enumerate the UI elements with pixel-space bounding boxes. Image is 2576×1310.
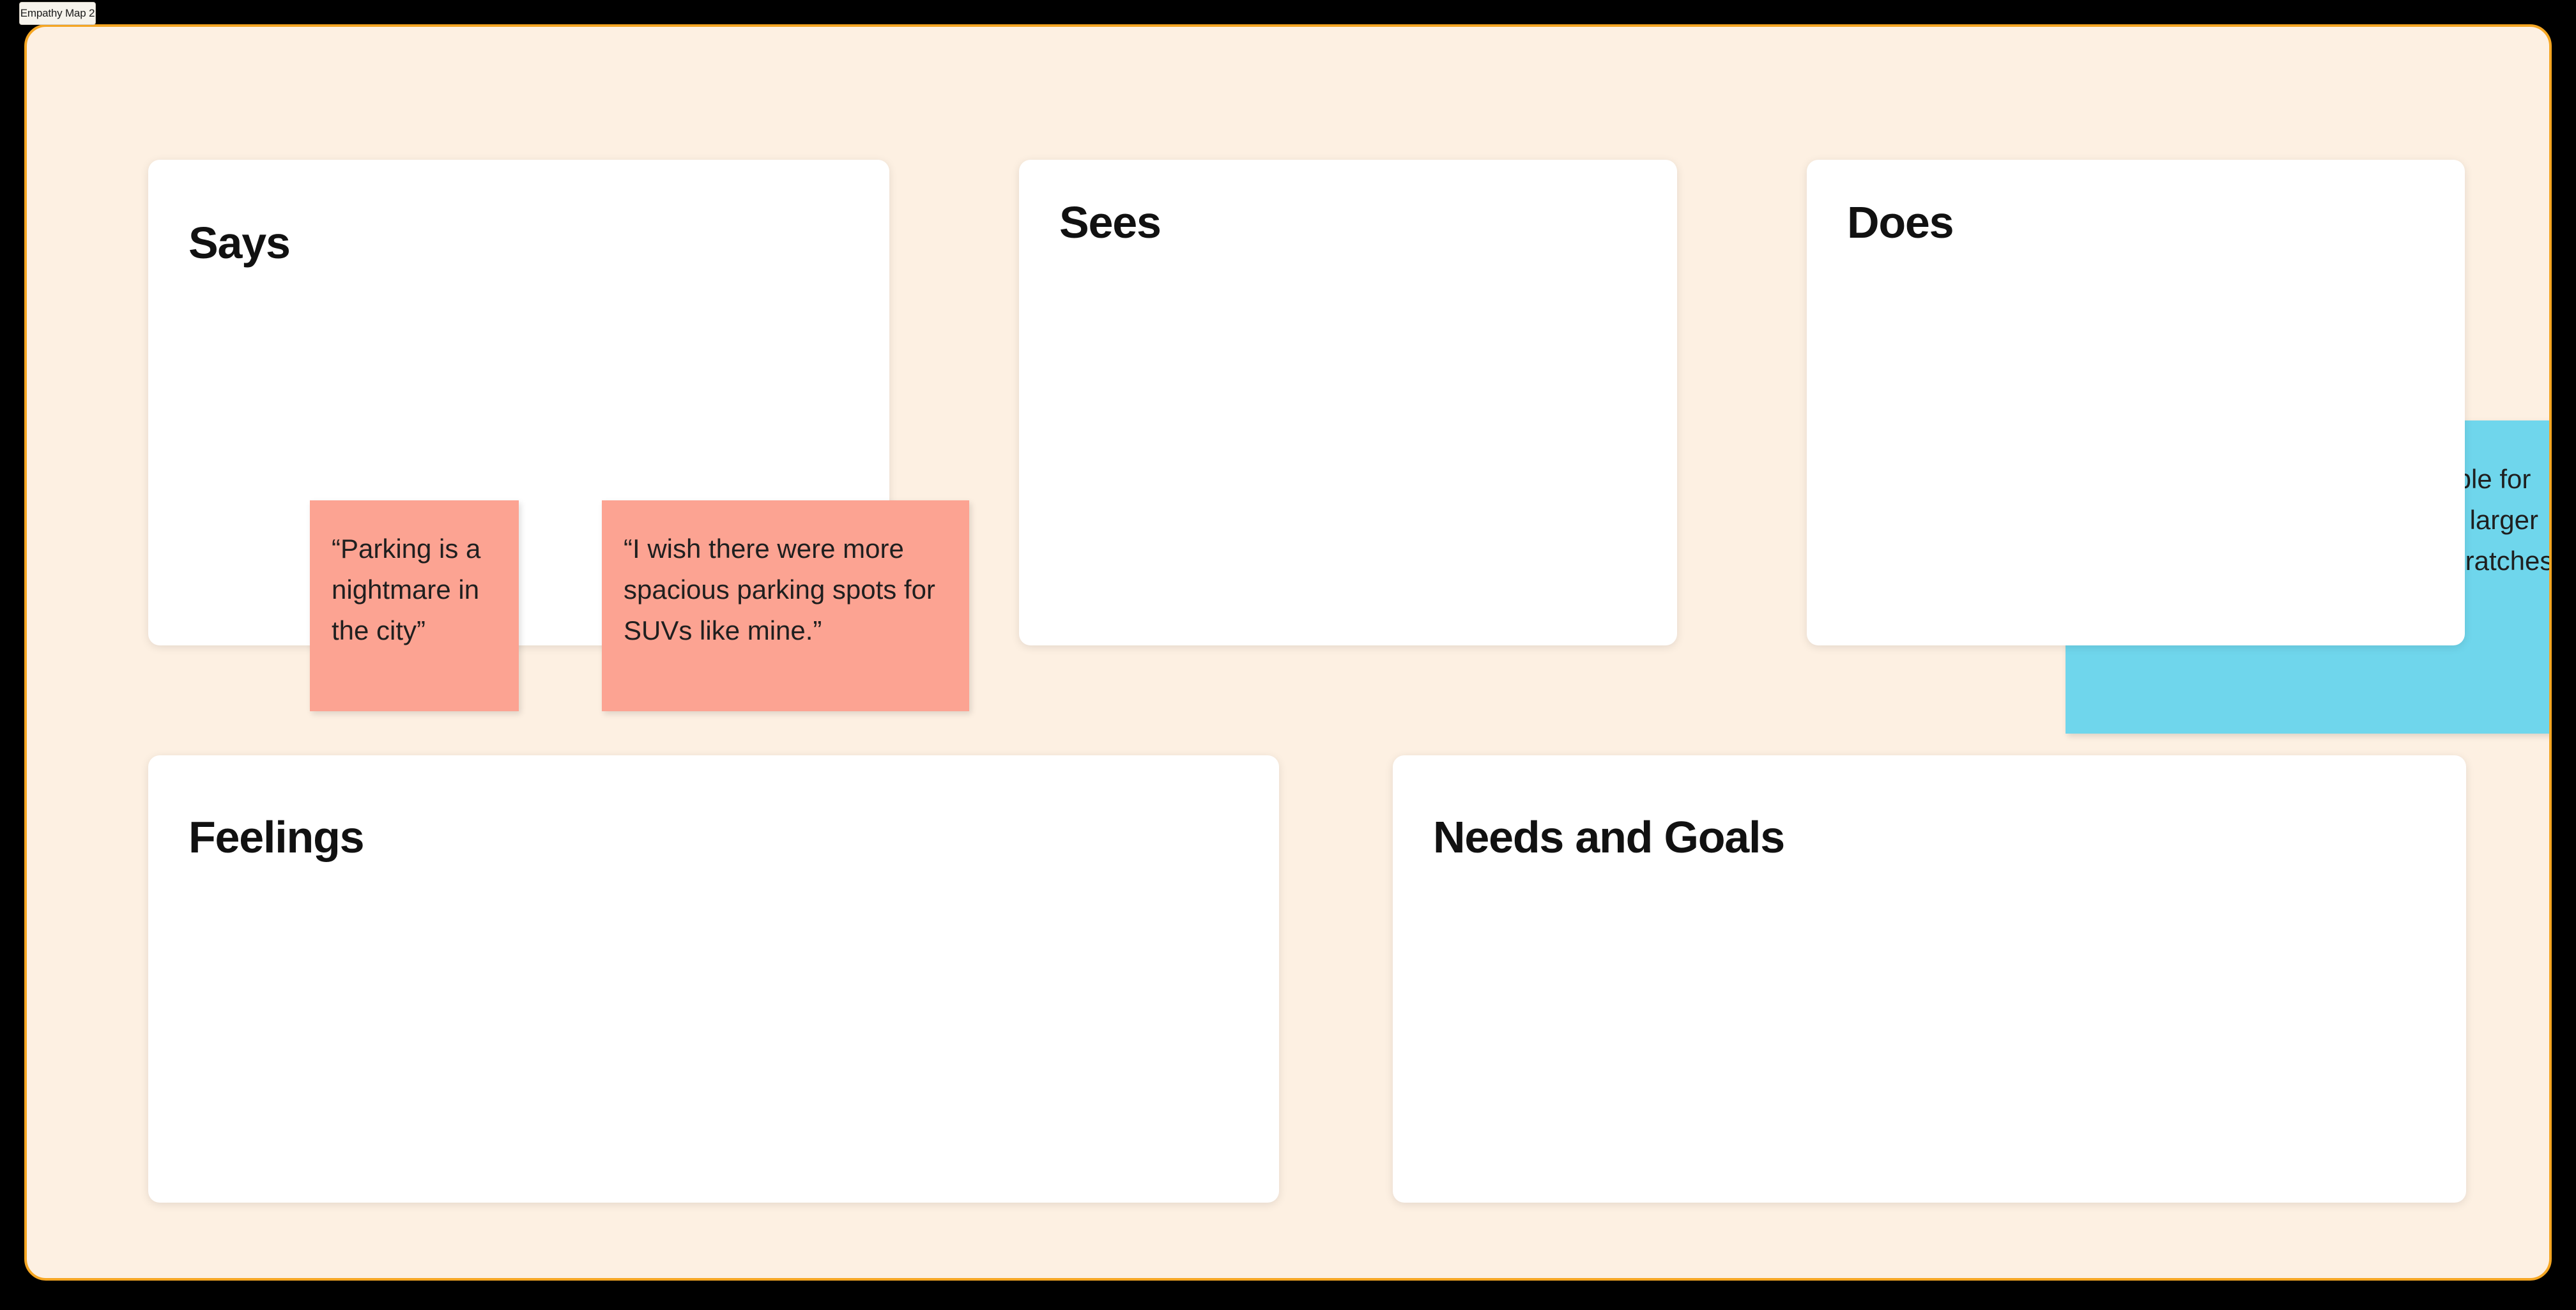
panel-says-title: Says xyxy=(188,218,291,268)
panel-needs-and-goals-title: Needs and Goals xyxy=(1433,812,1785,862)
sticky-note[interactable]: “Parking is a nightmare in the city” xyxy=(310,500,519,711)
frame-label[interactable]: Empathy Map 2 xyxy=(19,2,96,25)
sticky-note[interactable]: “I wish there were more spacious parking… xyxy=(602,500,969,711)
panel-needs-and-goals[interactable]: Needs and Goals Locate SUV-friendly park… xyxy=(1393,755,2466,1203)
sticky-note-text: “I wish there were more spacious parking… xyxy=(624,534,943,645)
panel-feelings[interactable]: Feelings Feeling inundated and irritated… xyxy=(148,755,1279,1203)
panel-does-title: Does xyxy=(1847,197,1954,247)
panel-sees[interactable]: Sees Limited parking spots are suitable … xyxy=(1019,160,2549,734)
panel-feelings-title: Feelings xyxy=(188,812,365,862)
panel-does[interactable]: Does Spends extra time searching for SUV… xyxy=(1807,160,2465,645)
sticky-note-text: “Parking is a nightmare in the city” xyxy=(332,534,489,645)
empathy-map-canvas[interactable]: Says “Parking is a nightmare in the city… xyxy=(24,24,2552,1281)
panel-sees-title: Sees xyxy=(1059,197,1162,247)
panel-says[interactable]: Says “Parking is a nightmare in the city… xyxy=(148,160,969,711)
